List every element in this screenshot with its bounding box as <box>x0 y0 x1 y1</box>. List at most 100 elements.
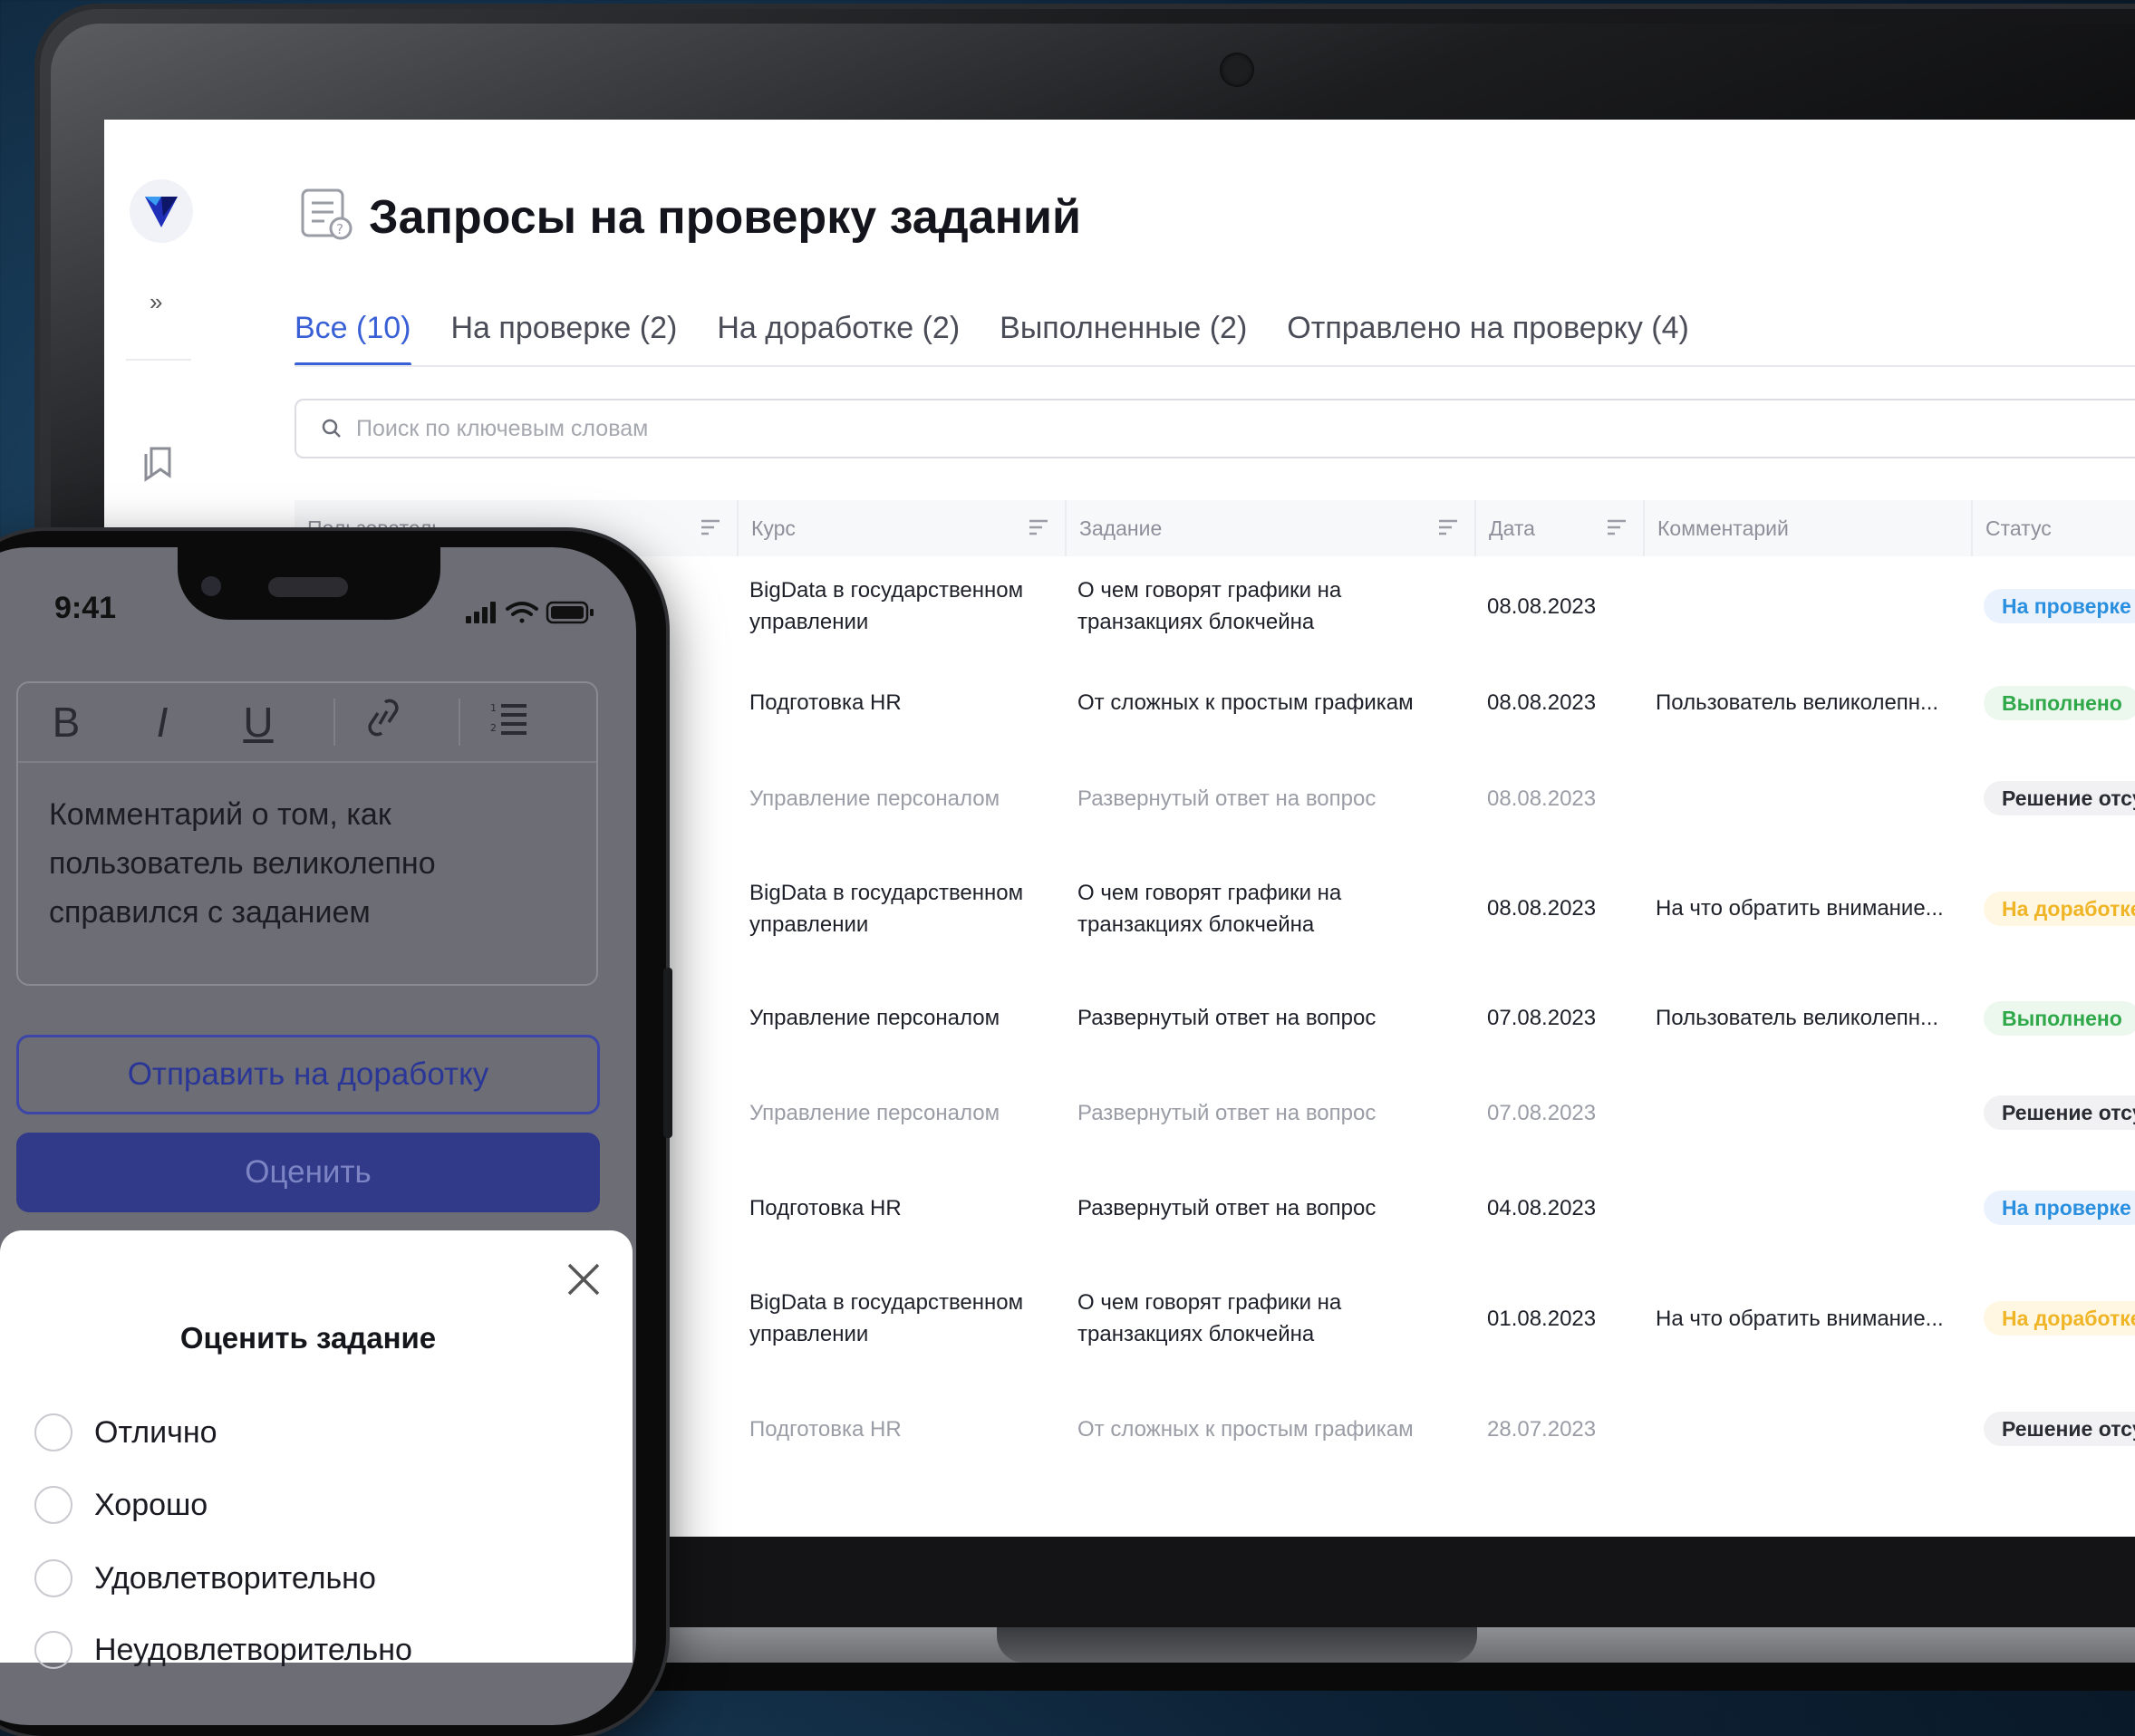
search-icon <box>322 419 341 438</box>
grade-label: Хорошо <box>94 1487 208 1522</box>
earpiece <box>268 577 348 597</box>
status-cell: Решение отсу <box>1971 781 2135 815</box>
date-cell: 08.08.2023 <box>1487 896 1597 921</box>
bold-button[interactable]: B <box>18 698 114 747</box>
date-cell: 07.08.2023 <box>1487 1100 1597 1125</box>
app-logo[interactable] <box>130 179 193 243</box>
phone-notch <box>178 533 440 620</box>
grade-label: Отлично <box>94 1414 217 1450</box>
task-cell: О чем говорят графики на транзакциях бло… <box>1077 1290 1342 1346</box>
course-cell: Управление персоналом <box>749 1006 1000 1030</box>
column-label: Курс <box>751 516 796 540</box>
date-cell: 08.08.2023 <box>1487 690 1597 715</box>
status-cell: Решение отсу <box>1971 1412 2135 1446</box>
status-time: 9:41 <box>54 591 117 625</box>
status-cell: Выполнено <box>1971 1000 2135 1036</box>
status-icons <box>464 598 600 630</box>
battery-icon <box>546 601 594 624</box>
tab-completed[interactable]: Выполненные (2) <box>980 310 1267 366</box>
column-label: Задание <box>1079 516 1163 540</box>
grade-option-satisfactory[interactable]: Удовлетворительно <box>34 1559 376 1597</box>
column-task[interactable]: Задание <box>1065 500 1474 556</box>
logo-icon <box>145 197 178 227</box>
grade-option-unsatisfactory[interactable]: Неудовлетворительно <box>34 1631 412 1669</box>
status-cell: На проверке <box>1971 1191 2135 1225</box>
status-badge: Решение отсу <box>1984 1412 2135 1446</box>
course-cell: BigData в государственном управлении <box>749 1290 1024 1346</box>
tab-in-review[interactable]: На проверке (2) <box>431 310 698 366</box>
expand-sidebar-icon[interactable]: » <box>150 288 162 316</box>
status-badge: Решение отсу <box>1984 781 2135 815</box>
sort-icon[interactable] <box>1029 518 1048 536</box>
radio-button[interactable] <box>34 1559 72 1597</box>
send-to-rework-button[interactable]: Отправить на доработку <box>16 1035 600 1114</box>
tab-rework[interactable]: На доработке (2) <box>697 310 980 366</box>
status-badge: На доработке <box>1984 1301 2135 1336</box>
date-cell: 08.08.2023 <box>1487 786 1597 811</box>
column-course[interactable]: Курс <box>737 500 1065 556</box>
tab-submitted[interactable]: Отправлено на проверку (4) <box>1267 310 1709 366</box>
front-camera <box>201 576 221 596</box>
course-cell: Подготовка HR <box>749 1195 902 1220</box>
comment-cell: Пользователь великолепн... <box>1656 690 1939 715</box>
laptop-hinge <box>997 1627 1477 1663</box>
status-cell: Выполнено <box>1971 685 2135 720</box>
status-cell: На доработке <box>1971 891 2135 926</box>
grade-option-excellent[interactable]: Отлично <box>34 1413 217 1451</box>
editor-toolbar: B I U 1 2 <box>18 683 596 763</box>
signal-icon <box>466 602 496 623</box>
tab-all[interactable]: Все (10) <box>295 310 431 366</box>
rate-button[interactable]: Оценить <box>16 1133 600 1212</box>
wifi-icon <box>506 602 538 623</box>
comment-cell: На что обратить внимание... <box>1656 896 1944 921</box>
course-cell: BigData в государственном управлении <box>749 578 1024 634</box>
status-badge: На проверке <box>1984 589 2135 623</box>
task-cell: Развернутый ответ на вопрос <box>1077 1100 1377 1125</box>
comment-text[interactable]: Комментарий о том, как пользователь вели… <box>18 763 596 964</box>
course-cell: Управление персоналом <box>749 786 1000 811</box>
date-cell: 04.08.2023 <box>1487 1195 1597 1220</box>
search-bar <box>295 399 2135 458</box>
sort-icon[interactable] <box>1438 518 1458 536</box>
sort-icon[interactable] <box>1607 518 1627 536</box>
webcam <box>1220 53 1254 87</box>
column-status[interactable]: Статус <box>1971 500 2135 556</box>
svg-text:?: ? <box>336 221 343 237</box>
underline-button[interactable]: U <box>210 698 306 747</box>
task-cell: О чем говорят графики на транзакциях бло… <box>1077 578 1342 634</box>
task-cell: Развернутый ответ на вопрос <box>1077 1006 1377 1030</box>
column-label: Дата <box>1489 516 1535 540</box>
toolbar-separator <box>431 699 460 746</box>
status-badge: Решение отсу <box>1984 1095 2135 1130</box>
svg-text:2: 2 <box>490 722 497 734</box>
date-cell: 28.07.2023 <box>1487 1416 1597 1442</box>
search-input[interactable] <box>354 414 2080 443</box>
column-date[interactable]: Дата <box>1474 500 1643 556</box>
column-comment[interactable]: Комментарий <box>1643 500 1971 556</box>
sort-icon[interactable] <box>700 518 720 536</box>
link-icon[interactable] <box>335 697 431 748</box>
bookmarks-icon[interactable] <box>142 441 179 487</box>
status-cell: На проверке <box>1971 589 2135 623</box>
status-badge: Выполнено <box>1984 1000 2135 1036</box>
comment-cell: Пользователь великолепн... <box>1656 1006 1939 1030</box>
task-cell: О чем говорят графики на транзакциях бло… <box>1077 880 1342 937</box>
svg-text:1: 1 <box>490 702 497 714</box>
course-cell: Управление персоналом <box>749 1100 1000 1125</box>
radio-button[interactable] <box>34 1631 72 1669</box>
italic-button[interactable]: I <box>114 698 210 747</box>
comment-editor: B I U 1 2 Комментарий о том, как пользов… <box>16 681 598 986</box>
course-cell: BigData в государственном управлении <box>749 880 1024 937</box>
status-badge: Выполнено <box>1984 685 2135 720</box>
date-cell: 01.08.2023 <box>1487 1306 1597 1331</box>
numbered-list-icon[interactable]: 1 2 <box>460 698 556 747</box>
radio-button[interactable] <box>34 1486 72 1524</box>
column-label: Статус <box>1985 516 2052 540</box>
date-cell: 07.08.2023 <box>1487 1006 1597 1030</box>
close-icon[interactable] <box>565 1259 602 1305</box>
grade-option-good[interactable]: Хорошо <box>34 1486 208 1524</box>
radio-button[interactable] <box>34 1413 72 1451</box>
task-cell: Развернутый ответ на вопрос <box>1077 1195 1377 1220</box>
tabs-divider <box>295 365 2135 367</box>
sheet-title: Оценить задание <box>179 1321 437 1355</box>
